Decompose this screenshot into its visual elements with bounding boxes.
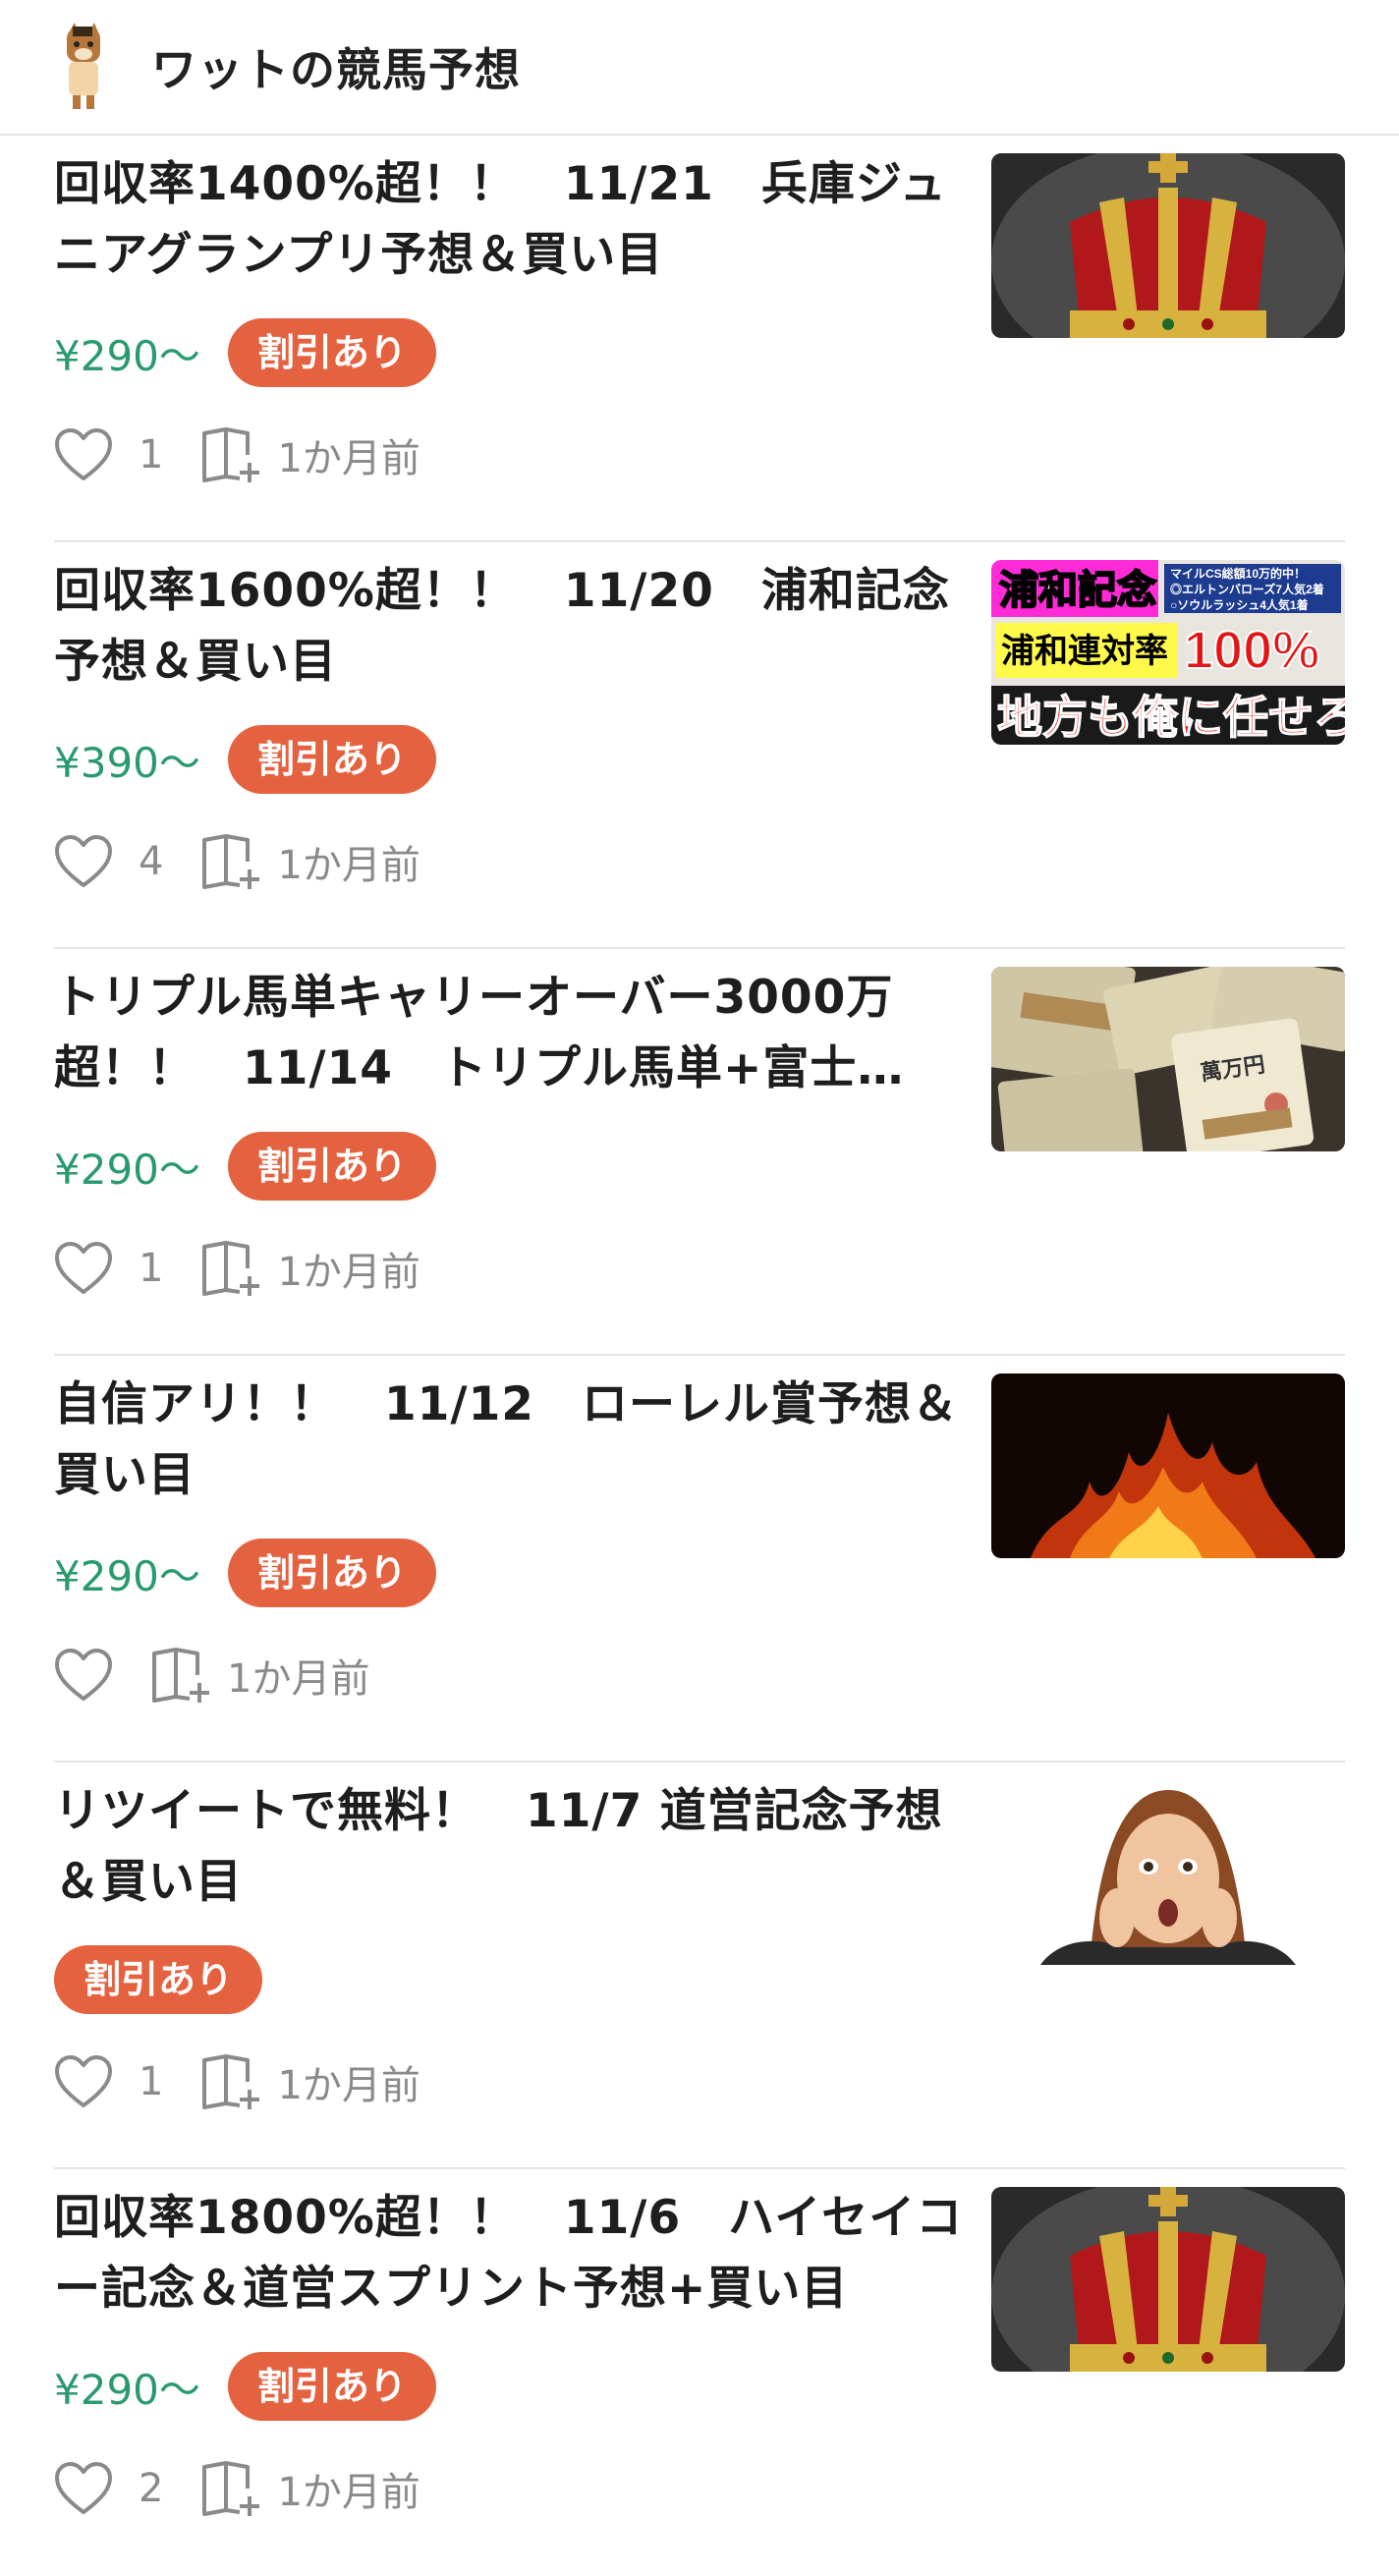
promo-title: 浦和記念 xyxy=(999,568,1156,612)
magazine-add-icon[interactable] xyxy=(200,2052,263,2111)
horse-avatar-icon[interactable] xyxy=(53,23,114,111)
heart-icon[interactable] xyxy=(54,2461,113,2516)
meta-row: 1 1か月前 xyxy=(54,422,420,487)
heart-icon[interactable] xyxy=(54,1241,113,1296)
magazine-add-icon[interactable] xyxy=(200,832,263,891)
heart-icon[interactable] xyxy=(54,834,113,889)
app-header: ワットの競馬予想 xyxy=(0,0,1399,136)
money-bundles-image[interactable]: 萬万円 xyxy=(991,967,1345,1151)
timestamp: 1か月前 xyxy=(227,1656,370,1702)
magazine-add-icon[interactable] xyxy=(200,425,263,484)
promo-rate-value: 100% xyxy=(1184,621,1319,680)
list-item[interactable]: 回収率1600%超！！ 11/20 浦和記念予想＆買い目 浦和記念 マイルCS総… xyxy=(54,542,1345,949)
discount-badge: 割引あり xyxy=(227,1132,436,1201)
meta-row: 1 1か月前 xyxy=(54,2049,420,2114)
timestamp: 1か月前 xyxy=(277,843,420,888)
item-title[interactable]: 回収率1800%超！！ 11/6 ハイセイコー記念＆道営スプリント予想+買い目 xyxy=(54,2183,968,2324)
discount-badge: 割引あり xyxy=(227,1539,436,1607)
like-count: 1 xyxy=(139,432,164,477)
like-count: 1 xyxy=(139,1246,164,1291)
discount-badge: 割引あり xyxy=(227,318,436,387)
meta-row: 1 1か月前 xyxy=(54,1236,420,1301)
item-title[interactable]: リツイートで無料！ 11/7 道営記念予想＆買い目 xyxy=(54,1776,968,1918)
like-count: 1 xyxy=(139,2059,164,2104)
price-label: ¥290〜 xyxy=(54,2365,200,2414)
list-item[interactable]: 自信アリ！！ 11/12 ローレル賞予想＆買い目 ¥290〜 割引あり 1か月前 xyxy=(54,1356,1345,1763)
discount-badge: 割引あり xyxy=(227,725,436,794)
meta-row: 1か月前 xyxy=(54,1643,369,1708)
article-list: 回収率1400%超！！ 11/21 兵庫ジュニアグランプリ予想＆買い目 ¥290… xyxy=(0,136,1399,2576)
timestamp: 1か月前 xyxy=(277,2063,420,2108)
fire-image[interactable] xyxy=(991,1373,1345,1558)
promo-sub3: ○ソウルラッシュ4人気1着 xyxy=(1170,597,1309,612)
list-item[interactable]: リツイートで無料！ 11/7 道営記念予想＆買い目 割引あり 1 1か月前 xyxy=(54,1763,1345,2169)
meta-row: 2 1か月前 xyxy=(54,2456,420,2521)
price-row: ¥390〜 割引あり xyxy=(54,725,436,794)
price-label: ¥290〜 xyxy=(54,331,200,380)
item-title[interactable]: トリプル馬単キャリーオーバー3000万超！！ 11/14 トリプル馬単+富士… xyxy=(54,963,968,1104)
discount-badge: 割引あり xyxy=(54,1945,263,2014)
promo-sub1: マイルCS総額10万的中！ xyxy=(1170,566,1306,581)
list-item[interactable]: 回収率1400%超！！ 11/21 兵庫ジュニアグランプリ予想＆買い目 ¥290… xyxy=(54,136,1345,542)
price-row: ¥290〜 割引あり xyxy=(54,1132,436,1201)
list-item[interactable]: トリプル馬単キャリーオーバー3000万超！！ 11/14 トリプル馬単+富士… … xyxy=(54,949,1345,1356)
timestamp: 1か月前 xyxy=(277,2470,420,2515)
promo-rate-label: 浦和連対率 xyxy=(1001,633,1168,670)
price-row: ¥290〜 割引あり xyxy=(54,1539,436,1607)
surprised-woman-image[interactable] xyxy=(991,1780,1345,1965)
heart-icon[interactable] xyxy=(54,427,113,482)
urawa-promo-image[interactable]: 浦和記念 マイルCS総額10万的中！ ◎エルトンバローズ7人気2着 ○ソウルラッ… xyxy=(991,560,1345,745)
meta-row: 4 1か月前 xyxy=(54,829,420,894)
price-row: 割引あり xyxy=(54,1945,263,2014)
price-label: ¥390〜 xyxy=(54,738,200,787)
heart-icon[interactable] xyxy=(54,2054,113,2109)
timestamp: 1か月前 xyxy=(277,436,420,481)
item-title[interactable]: 回収率1600%超！！ 11/20 浦和記念予想＆買い目 xyxy=(54,556,968,698)
magazine-add-icon[interactable] xyxy=(200,1239,263,1298)
like-count: 2 xyxy=(139,2466,164,2511)
page-title: ワットの競馬予想 xyxy=(151,43,521,96)
promo-sub2: ◎エルトンバローズ7人気2着 xyxy=(1170,582,1324,596)
promo-slogan: 地方も俺に任せろ！ xyxy=(997,692,1345,743)
magazine-add-icon[interactable] xyxy=(200,2459,263,2518)
price-label: ¥290〜 xyxy=(54,1551,200,1600)
price-row: ¥290〜 割引あり xyxy=(54,2352,436,2421)
crown-image[interactable] xyxy=(991,2187,1345,2372)
magazine-add-icon[interactable] xyxy=(150,1646,213,1705)
crown-image[interactable] xyxy=(991,153,1345,338)
discount-badge: 割引あり xyxy=(227,2352,436,2421)
item-title[interactable]: 自信アリ！！ 11/12 ローレル賞予想＆買い目 xyxy=(54,1370,968,1511)
like-count: 4 xyxy=(139,839,164,884)
price-label: ¥290〜 xyxy=(54,1145,200,1194)
heart-icon[interactable] xyxy=(54,1648,113,1703)
timestamp: 1か月前 xyxy=(277,1250,420,1295)
item-title[interactable]: 回収率1400%超！！ 11/21 兵庫ジュニアグランプリ予想＆買い目 xyxy=(54,149,968,291)
price-row: ¥290〜 割引あり xyxy=(54,318,436,387)
